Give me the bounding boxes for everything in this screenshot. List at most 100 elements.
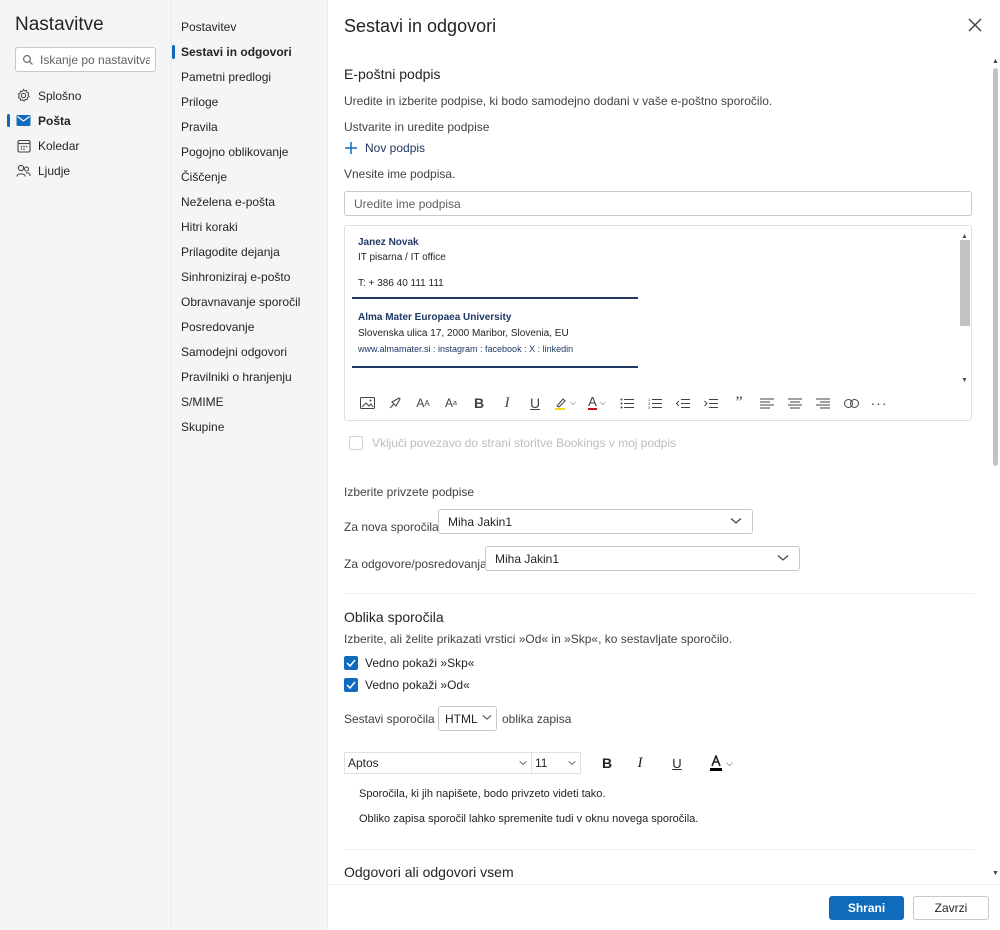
new-messages-signature-select[interactable]: Miha Jakin1 [438, 509, 753, 534]
close-icon [968, 18, 982, 32]
editor-scroll-thumb[interactable] [960, 240, 970, 326]
section-sweep[interactable]: Čiščenje [172, 166, 328, 188]
discard-button[interactable]: Zavrzi [913, 896, 989, 920]
section-sync-email[interactable]: Sinhroniziraj e-pošto [172, 266, 328, 288]
signature-description: Uredite in izberite podpise, ki bodo sam… [344, 94, 773, 108]
mail-icon [16, 113, 31, 128]
scroll-thumb[interactable] [993, 68, 998, 466]
close-button[interactable] [964, 14, 986, 36]
signature-name-input[interactable] [344, 191, 972, 216]
section-forwarding[interactable]: Posredovanje [172, 316, 328, 338]
more-options-icon[interactable]: ··· [865, 390, 893, 416]
align-left-icon[interactable] [753, 390, 781, 416]
section-quick-steps[interactable]: Hitri koraki [172, 216, 328, 238]
italic-icon[interactable]: I [629, 752, 651, 774]
compose-format-suffix: oblika zapisa [502, 712, 572, 726]
always-show-bcc-label: Vedno pokaži »Skp« [365, 656, 475, 670]
signature-editor[interactable]: Janez Novak IT pisarna / IT office T: + … [344, 225, 972, 421]
section-customize-actions[interactable]: Prilagodite dejanja [172, 241, 328, 263]
always-show-from-checkbox[interactable] [344, 678, 358, 692]
replies-signature-select[interactable]: Miha Jakin1 [485, 546, 800, 571]
section-junk-email[interactable]: Neželena e-pošta [172, 191, 328, 213]
italic-icon[interactable]: I [493, 390, 521, 416]
signature-phone-text: T: + 386 40 111 111 [358, 278, 444, 289]
checkmark-icon [346, 659, 356, 667]
settings-nav: Nastavitve Splošno Pošta Koledar Ljudje [0, 0, 172, 930]
section-smart-suggestions[interactable]: Pametni predlogi [172, 66, 328, 88]
scroll-up-icon[interactable]: ▲ [992, 58, 999, 65]
font-size-value: 11 [535, 756, 548, 770]
checkmark-icon [346, 681, 356, 689]
save-button[interactable]: Shrani [829, 896, 904, 920]
section-message-handling[interactable]: Obravnavanje sporočil [172, 291, 328, 313]
section-divider [344, 849, 974, 850]
editor-scroll-down-icon[interactable]: ▼ [961, 377, 968, 384]
section-automatic-replies[interactable]: Samodejni odgovori [172, 341, 328, 363]
underline-icon[interactable]: U [666, 752, 688, 774]
always-show-from-option[interactable]: Vedno pokaži »Od« [344, 678, 470, 692]
message-format-heading: Oblika sporočila [344, 609, 444, 625]
nav-general[interactable]: Splošno [0, 83, 172, 108]
settings-search[interactable] [15, 47, 156, 72]
link-icon[interactable] [837, 390, 865, 416]
font-size-select[interactable]: 11 [531, 752, 581, 774]
decrease-indent-icon[interactable] [669, 390, 697, 416]
default-signatures-heading: Izberite privzete podpise [344, 485, 475, 499]
section-compose-reply[interactable]: Sestavi in odgovori [172, 41, 328, 63]
section-retention-policies[interactable]: Pravilniki o hranjenju [172, 366, 328, 388]
message-format-description: Izberite, ali želite prikazati vrstici »… [344, 632, 733, 646]
nav-calendar-label: Koledar [38, 138, 80, 153]
section-attachments[interactable]: Priloge [172, 91, 328, 113]
superscript-icon[interactable]: Aa [437, 390, 465, 416]
nav-mail[interactable]: Pošta [0, 108, 172, 133]
font-color-icon[interactable]: ⌵ [704, 752, 738, 774]
section-smime[interactable]: S/MIME [172, 391, 328, 413]
font-name-select[interactable]: Aptos [344, 752, 532, 774]
mail-settings-nav: Postavitev Sestavi in odgovori Pametni p… [172, 0, 328, 930]
signature-toolbar: AA Aa B I U ⌵ A ⌵ 123 ” ··· [353, 390, 953, 416]
scroll-down-icon[interactable]: ▼ [992, 870, 999, 877]
signature-address-text: Slovenska ulica 17, 2000 Maribor, Sloven… [358, 328, 569, 339]
always-show-bcc-option[interactable]: Vedno pokaži »Skp« [344, 656, 474, 670]
insert-image-icon[interactable] [353, 390, 381, 416]
nav-calendar[interactable]: Koledar [0, 133, 172, 158]
editor-scroll-up-icon[interactable]: ▲ [961, 233, 968, 240]
new-signature-button[interactable]: Nov podpis [344, 141, 425, 155]
chevron-down-icon [519, 760, 527, 765]
signature-heading: E-poštni podpis [344, 66, 441, 82]
font-color-icon[interactable]: A ⌵ [581, 390, 613, 416]
numbering-icon[interactable]: 123 [641, 390, 669, 416]
section-groups[interactable]: Skupine [172, 416, 328, 438]
increase-indent-icon[interactable] [697, 390, 725, 416]
search-input[interactable] [40, 52, 150, 67]
compose-format-select[interactable]: HTML [438, 706, 497, 731]
align-center-icon[interactable] [781, 390, 809, 416]
editor-scrollbar[interactable]: ▲ ▼ [959, 233, 971, 384]
signature-divider [352, 297, 638, 299]
nav-people[interactable]: Ljudje [0, 158, 172, 183]
new-signature-label: Nov podpis [365, 141, 426, 155]
quote-icon[interactable]: ” [725, 390, 753, 416]
underline-icon[interactable]: U [521, 390, 549, 416]
bold-icon[interactable]: B [465, 390, 493, 416]
align-right-icon[interactable] [809, 390, 837, 416]
calendar-icon [16, 138, 31, 153]
signature-links-text[interactable]: www.almamater.si : instagram : facebook … [358, 344, 573, 354]
highlight-color-icon[interactable]: ⌵ [549, 390, 581, 416]
new-messages-signature-value: Miha Jakin1 [448, 514, 513, 529]
settings-title: Nastavitve [15, 14, 104, 35]
settings-panel: Sestavi in odgovori ▲ ▼ E-poštni podpis … [328, 0, 1000, 930]
section-layout[interactable]: Postavitev [172, 16, 328, 38]
section-rules[interactable]: Pravila [172, 116, 328, 138]
create-signatures-label: Ustvarite in uredite podpise [344, 120, 490, 134]
bold-icon[interactable]: B [596, 752, 618, 774]
bullets-icon[interactable] [613, 390, 641, 416]
panel-scrollbar[interactable]: ▲ ▼ [990, 58, 1000, 882]
always-show-bcc-checkbox[interactable] [344, 656, 358, 670]
signature-divider [352, 366, 638, 368]
format-painter-icon[interactable] [381, 390, 409, 416]
font-size-icon[interactable]: AA [409, 390, 437, 416]
replies-label: Za odgovore/posredovanja: [344, 557, 491, 571]
format-preview-line-1: Sporočila, ki jih napišete, bodo privzet… [359, 788, 606, 800]
section-conditional-formatting[interactable]: Pogojno oblikovanje [172, 141, 328, 163]
